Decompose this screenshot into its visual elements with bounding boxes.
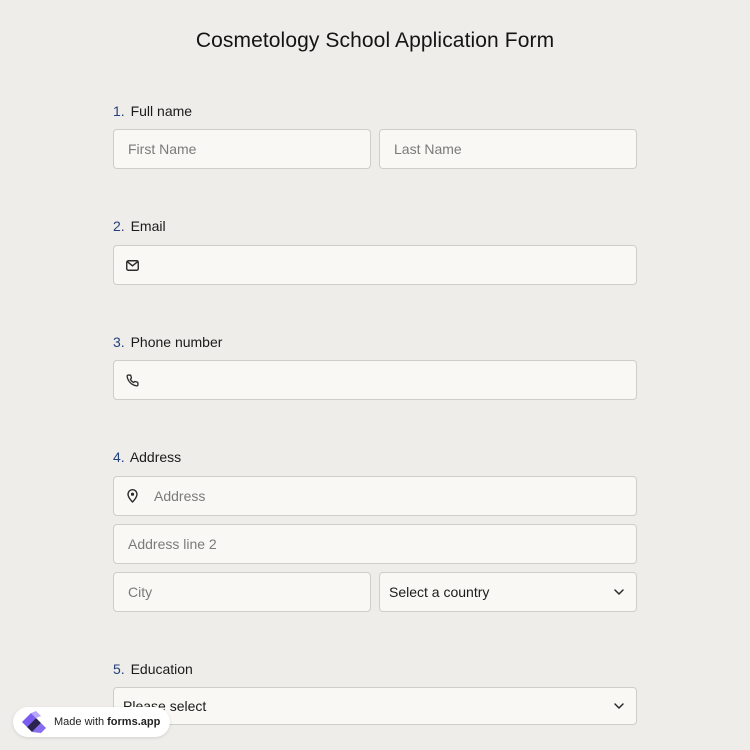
envelope-icon: [124, 257, 140, 273]
chevron-down-icon: [612, 585, 626, 599]
form-title: Cosmetology School Application Form: [195, 29, 555, 52]
education-select[interactable]: Please select: [113, 687, 637, 725]
chevron-down-icon: [612, 699, 626, 713]
question-text: Full name: [130, 103, 193, 119]
country-select[interactable]: Select a country: [379, 572, 637, 612]
question-number: 1.: [113, 103, 125, 119]
forms-app-logo: [22, 711, 46, 733]
last-name-placeholder: Last Name: [394, 141, 462, 157]
question-number: 5.: [113, 661, 125, 677]
question-education-label: 5. Education: [113, 661, 193, 677]
phone-input[interactable]: [113, 360, 637, 400]
phone-icon: [124, 372, 140, 388]
city-placeholder: City: [128, 584, 153, 600]
question-number: 4.: [113, 449, 125, 465]
first-name-input[interactable]: First Name: [113, 129, 371, 169]
question-text: Phone number: [130, 334, 223, 350]
question-number: 3.: [113, 334, 125, 350]
question-text: Education: [130, 661, 193, 677]
question-text: Email: [130, 218, 166, 234]
question-text: Address: [129, 449, 182, 465]
question-phone-label: 3. Phone number: [113, 334, 222, 350]
badge-brand: forms.app: [107, 716, 161, 728]
map-pin-icon: [124, 488, 140, 504]
question-address-label: 4. Address: [113, 449, 181, 465]
first-name-placeholder: First Name: [128, 141, 197, 157]
question-email-label: 2. Email: [113, 218, 166, 234]
badge-prefix: Made with: [54, 716, 105, 728]
address-line-2-placeholder: Address line 2: [128, 536, 217, 552]
address-input[interactable]: Address: [113, 476, 637, 516]
city-input[interactable]: City: [113, 572, 371, 612]
last-name-input[interactable]: Last Name: [379, 129, 637, 169]
question-number: 2.: [113, 218, 125, 234]
question-full-name-label: 1. Full name: [113, 103, 192, 119]
address-line-2-input[interactable]: Address line 2: [113, 524, 637, 564]
country-selected-value: Select a country: [389, 584, 490, 600]
email-input[interactable]: [113, 245, 637, 285]
address-placeholder: Address: [154, 488, 206, 504]
made-with-badge[interactable]: Made with forms.app: [13, 707, 170, 737]
